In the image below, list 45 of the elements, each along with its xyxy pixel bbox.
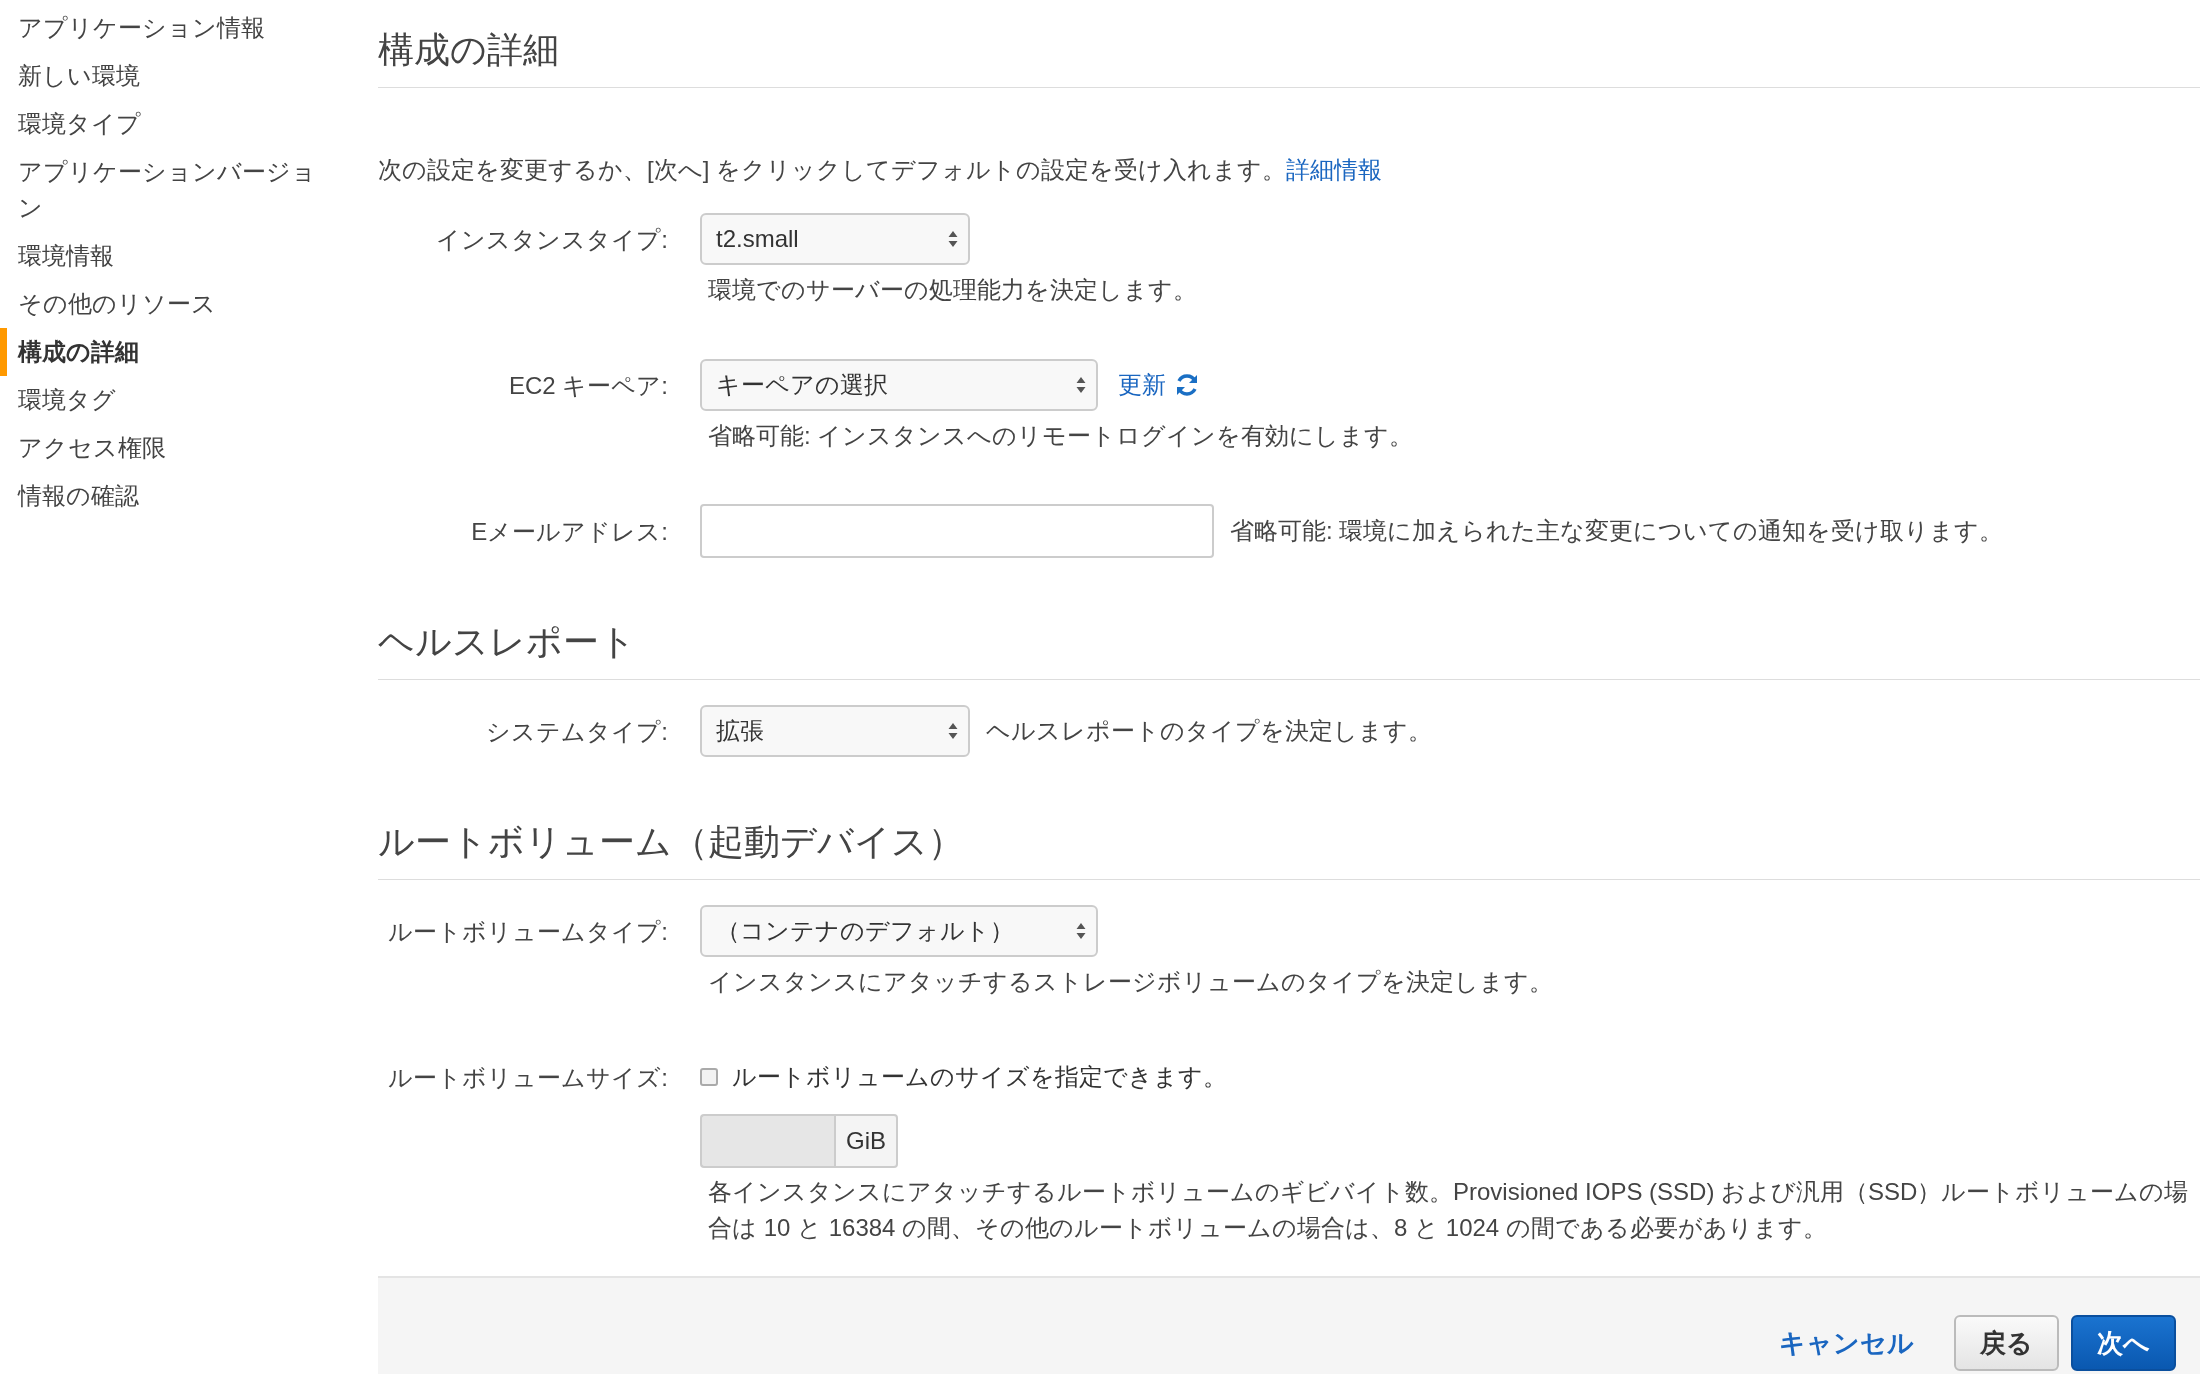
sidebar-item[interactable]: 構成の詳細: [0, 328, 336, 376]
select-dropdown[interactable]: キーペアの選択: [700, 359, 1098, 411]
field-label: システムタイプ:: [485, 717, 668, 747]
sidebar-item[interactable]: 情報の確認: [0, 472, 336, 520]
email-input-field[interactable]: [700, 504, 1214, 558]
help-text: 省略可能: インスタンスへのリモートログインを有効にします。: [707, 421, 1415, 451]
up-down-caret-icon: [1076, 376, 1086, 394]
refresh-link[interactable]: 更新: [1118, 369, 1166, 401]
select-dropdown[interactable]: t2.small: [700, 213, 970, 265]
field-label: Eメールアドレス:: [470, 517, 668, 547]
next-button[interactable]: 次へ: [2071, 1315, 2176, 1371]
help-text: 省略可能: 環境に加えられた主な変更についての通知を受け取ります。: [1229, 516, 2004, 546]
field-label: EC2 キーペア:: [507, 371, 668, 401]
help-text: ヘルスレポートのタイプを決定します。: [985, 716, 1432, 746]
up-down-caret-icon: [948, 722, 958, 740]
section-heading: ルートボリューム（起動デバイス）: [378, 798, 2200, 880]
sidebar-item[interactable]: 環境情報: [0, 232, 336, 280]
field-label: インスタンスタイプ:: [435, 225, 668, 255]
up-down-caret-icon: [1076, 922, 1086, 940]
sidebar-item[interactable]: その他のリソース: [0, 280, 336, 328]
field-label: ルートボリュームサイズ:: [387, 1063, 668, 1093]
section-heading: ヘルスレポート: [378, 598, 2200, 680]
field-label: ルートボリュームタイプ:: [387, 917, 668, 947]
sidebar-item[interactable]: 新しい環境: [0, 52, 336, 100]
select-dropdown[interactable]: （コンテナのデフォルト）: [700, 905, 1098, 957]
help-text: 環境でのサーバーの処理能力を決定します。: [707, 275, 1198, 305]
size-input-field[interactable]: [700, 1114, 834, 1168]
refresh-icon[interactable]: [1174, 372, 1200, 398]
help-text: 各インスタンスにアタッチするルートボリュームのギビバイト数。Provisioned IOPS (SSD) および汎用（SSD）ルートボリュームの場合は 10 と 16384 の間、その他のルートボリュームの場合は、8 と 1024 の間である必要があります。: [707, 1177, 2190, 1243]
details-link[interactable]: 詳細情報: [1286, 156, 1382, 183]
back-button[interactable]: 戻る: [1954, 1315, 2059, 1371]
help-text: インスタンスにアタッチするストレージボリュームのタイプを決定します。: [707, 967, 1554, 997]
section-heading: 構成の詳細: [378, 0, 2200, 88]
unit-addon: GiB: [834, 1114, 898, 1168]
sidebar-item[interactable]: アプリケーション情報: [0, 4, 336, 52]
sidebar-item[interactable]: 環境タイプ: [0, 100, 336, 148]
checkbox[interactable]: [700, 1068, 718, 1086]
sidebar-item[interactable]: アクセス権限: [0, 424, 336, 472]
cancel-link[interactable]: キャンセル: [1779, 1325, 1914, 1361]
intro-text: 次の設定を変更するか、[次へ] をクリックしてデフォルトの設定を受け入れます。詳細情報: [378, 155, 1383, 185]
sidebar-item[interactable]: 環境タグ: [0, 376, 336, 424]
select-dropdown[interactable]: 拡張: [700, 705, 970, 757]
sidebar-item[interactable]: アプリケーションバージョン: [0, 148, 336, 232]
up-down-caret-icon: [948, 230, 958, 248]
checkbox-label: ルートボリュームのサイズを指定できます。: [732, 1062, 1227, 1092]
